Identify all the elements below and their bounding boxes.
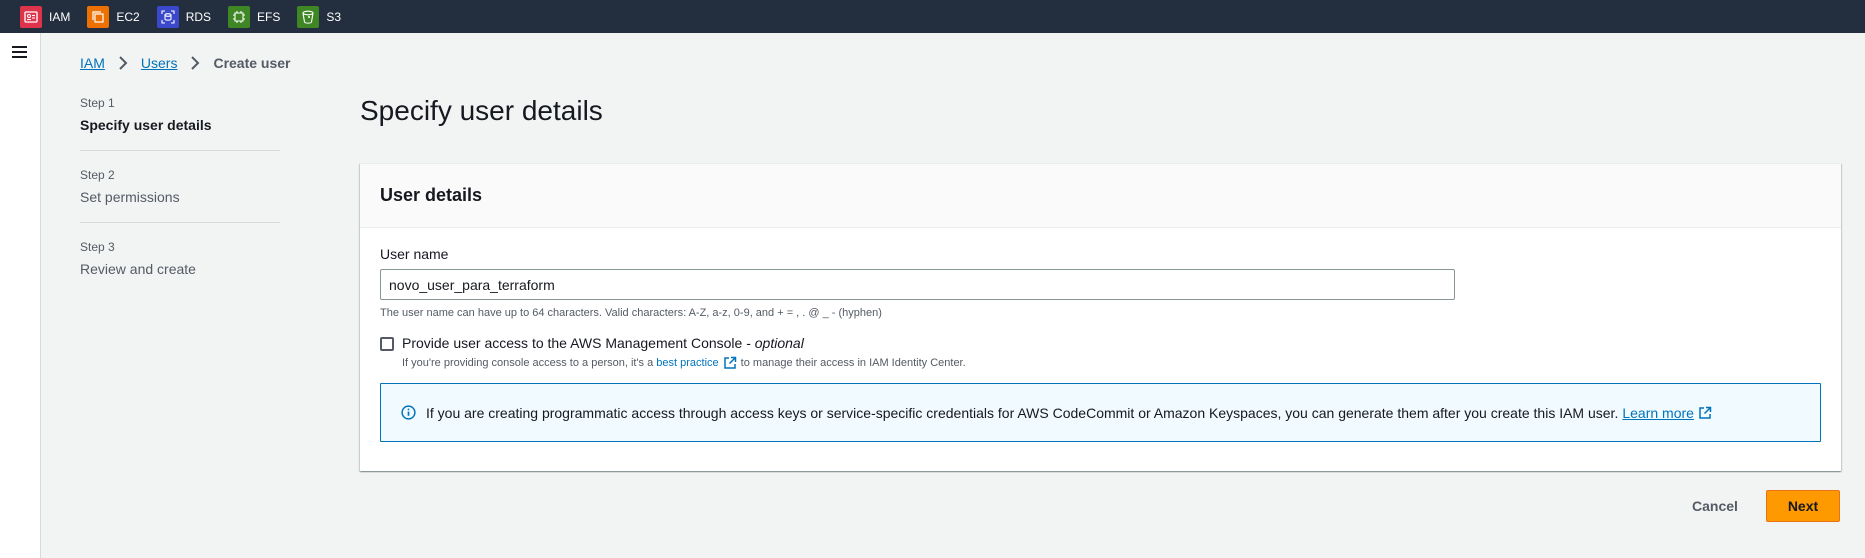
- optional-text: optional: [754, 335, 804, 351]
- external-link-icon: [1698, 406, 1712, 420]
- step-number: Step 2: [80, 168, 115, 182]
- card-header: User details: [360, 164, 1841, 228]
- ec2-icon: [87, 5, 110, 28]
- top-service-bar: IAM EC2 RDS EFS S3: [0, 0, 1865, 33]
- next-button[interactable]: Next: [1766, 490, 1840, 522]
- best-practice-link[interactable]: best practice: [656, 357, 718, 369]
- chevron-right-icon: [185, 56, 205, 70]
- step-number: Step 1: [80, 96, 115, 110]
- service-shortcut-ec2[interactable]: EC2: [87, 5, 140, 28]
- breadcrumb-iam-link[interactable]: IAM: [80, 55, 105, 71]
- user-details-card: User details User name The user name can…: [360, 163, 1841, 471]
- username-input[interactable]: [380, 269, 1455, 300]
- hamburger-menu-icon[interactable]: [12, 46, 28, 60]
- console-access-description: If you're providing console access to a …: [402, 356, 966, 370]
- breadcrumb-users-link[interactable]: Users: [141, 55, 178, 71]
- cancel-button[interactable]: Cancel: [1680, 490, 1750, 522]
- console-access-checkbox[interactable]: [380, 337, 394, 351]
- service-shortcut-rds[interactable]: RDS: [156, 5, 212, 28]
- console-access-label[interactable]: Provide user access to the AWS Managemen…: [402, 335, 804, 351]
- console-access-label-text: Provide user access to the AWS Managemen…: [402, 335, 751, 351]
- wizard-step-3: Step 3 Review and create: [80, 240, 280, 294]
- side-navigation-rail: [0, 33, 41, 558]
- s3-icon: [297, 5, 320, 28]
- service-label: EC2: [116, 9, 140, 24]
- info-text: If you are creating programmatic access …: [426, 404, 1619, 421]
- page-title: Specify user details: [360, 95, 603, 126]
- iam-icon: [20, 5, 42, 28]
- external-link-icon: [723, 356, 737, 370]
- service-label: IAM: [49, 9, 71, 24]
- card-title: User details: [380, 185, 483, 205]
- step-number: Step 3: [80, 240, 115, 254]
- service-label: S3: [326, 9, 342, 24]
- step-title: Set permissions: [80, 189, 180, 205]
- efs-icon: [228, 5, 251, 28]
- chevron-right-icon: [113, 56, 133, 70]
- service-shortcut-iam[interactable]: IAM: [20, 5, 71, 28]
- step-title: Specify user details: [80, 117, 212, 133]
- service-shortcut-s3[interactable]: S3: [297, 5, 342, 28]
- wizard-step-1[interactable]: Step 1 Specify user details: [80, 96, 280, 151]
- info-icon: [401, 405, 416, 420]
- username-hint: The user name can have up to 64 characte…: [380, 307, 882, 319]
- service-label: RDS: [185, 9, 212, 24]
- info-alert: If you are creating programmatic access …: [380, 383, 1821, 442]
- learn-more-link[interactable]: Learn more: [1622, 405, 1694, 421]
- console-desc-after: to manage their access in IAM Identity C…: [740, 357, 966, 369]
- rds-icon: [156, 5, 179, 28]
- breadcrumb: IAM Users Create user: [80, 55, 291, 71]
- service-label: EFS: [257, 9, 281, 24]
- breadcrumb-current: Create user: [213, 55, 291, 71]
- service-shortcut-efs[interactable]: EFS: [228, 5, 281, 28]
- wizard-step-2: Step 2 Set permissions: [80, 168, 280, 223]
- console-desc-before: If you're providing console access to a …: [402, 357, 654, 369]
- step-title: Review and create: [80, 261, 196, 277]
- wizard-steps: Step 1 Specify user details Step 2 Set p…: [80, 96, 280, 311]
- username-label: User name: [380, 246, 449, 262]
